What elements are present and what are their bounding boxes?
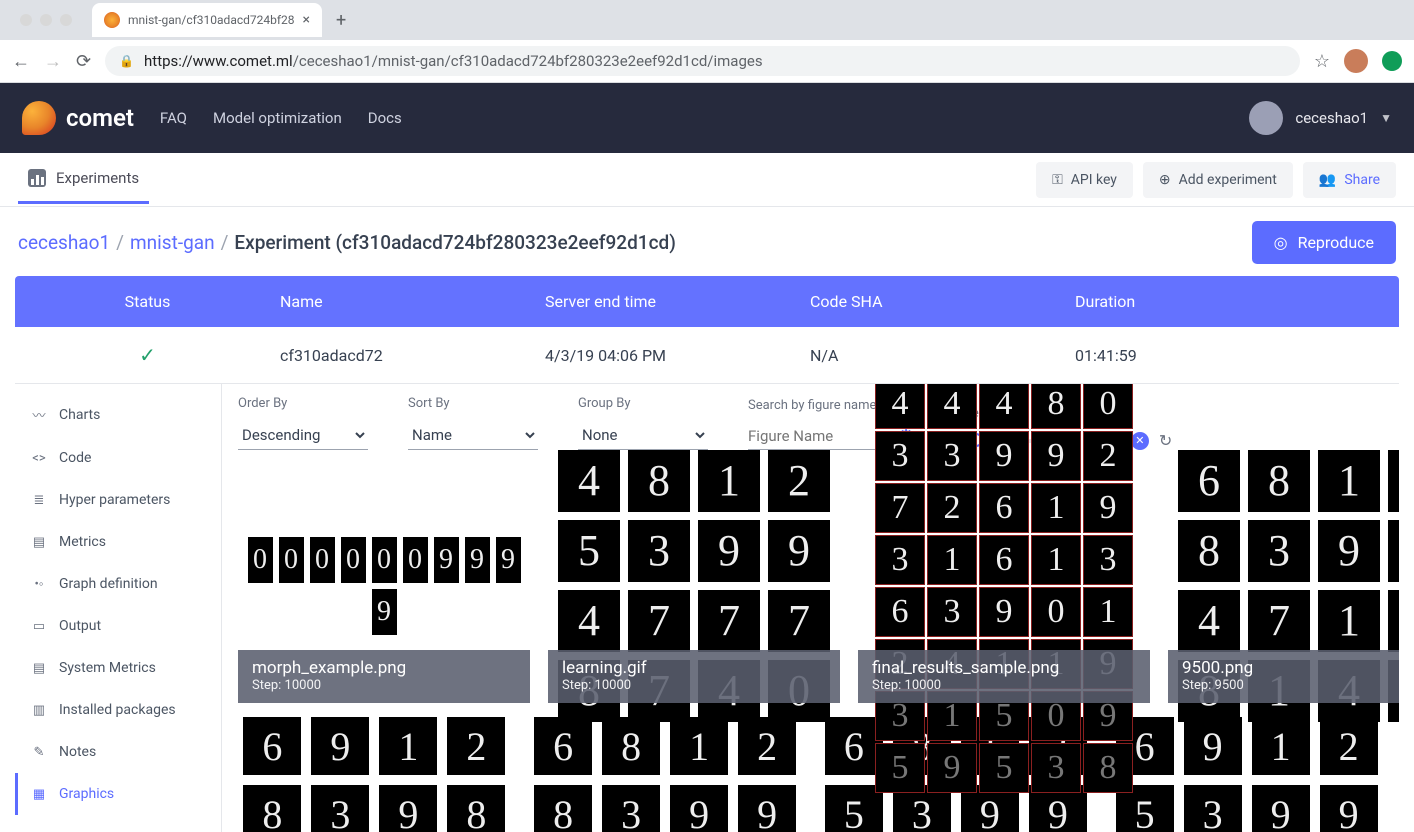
crumb-project[interactable]: mnist-gan bbox=[130, 231, 215, 254]
add-experiment-button[interactable]: ⊕Add experiment bbox=[1143, 162, 1293, 198]
bookmark-icon[interactable]: ☆ bbox=[1314, 51, 1330, 72]
sidebar-item-metrics[interactable]: ▤Metrics bbox=[15, 521, 221, 563]
favicon-icon bbox=[104, 12, 120, 28]
sidebar-item-code[interactable]: <>Code bbox=[15, 437, 221, 479]
browser-tab[interactable]: mnist-gan/cf310adacd724bf28 × bbox=[92, 3, 322, 37]
list-icon: ≣ bbox=[31, 493, 47, 508]
share-icon: 👥 bbox=[1319, 172, 1336, 188]
forward-button[interactable]: → bbox=[44, 51, 62, 72]
summary-end: 4/3/19 04:06 PM bbox=[545, 346, 810, 365]
new-tab-button[interactable]: + bbox=[336, 10, 346, 31]
plus-icon: ⊕ bbox=[1159, 172, 1171, 188]
order-by-select[interactable]: Descending bbox=[238, 421, 368, 450]
image-card[interactable]: 4812539947778740learning.gifStep: 10000 bbox=[548, 468, 840, 703]
breadcrumb: ceceshao1 / mnist-gan / Experiment (cf31… bbox=[0, 207, 1414, 276]
group-by-select[interactable]: None bbox=[578, 421, 708, 450]
address-bar[interactable]: 🔒 https://www.comet.ml/ceceshao1/mnist-g… bbox=[105, 46, 1300, 76]
check-icon: ✓ bbox=[139, 343, 156, 367]
image-icon: ▦ bbox=[31, 787, 47, 802]
metrics-icon: ▤ bbox=[31, 535, 47, 550]
brand-text: comet bbox=[66, 104, 134, 132]
browser-chrome: mnist-gan/cf310adacd724bf28 × + ← → ⟳ 🔒 … bbox=[0, 0, 1414, 83]
sort-by-label: Sort By bbox=[408, 396, 538, 411]
bar-chart-icon bbox=[28, 169, 46, 187]
order-by-label: Order By bbox=[238, 396, 368, 411]
graph-icon: •◦ bbox=[31, 576, 47, 592]
sort-by-select[interactable]: Name bbox=[408, 421, 538, 450]
summary-name: cf310adacd72 bbox=[280, 346, 545, 365]
image-card[interactable]: 69125399 bbox=[1110, 717, 1383, 832]
package-icon: ▥ bbox=[31, 703, 47, 718]
crumb-experiment: Experiment (cf310adacd724bf280323e2eef92… bbox=[234, 231, 675, 254]
user-avatar[interactable] bbox=[1249, 101, 1283, 135]
image-card[interactable]: 69128398 bbox=[238, 717, 511, 832]
code-icon: <> bbox=[31, 451, 47, 466]
extension-icon[interactable] bbox=[1382, 51, 1402, 71]
refresh-icon[interactable]: ↻ bbox=[1159, 431, 1172, 450]
summary-duration: 01:41:59 bbox=[1075, 346, 1340, 365]
sidebar-item-packages[interactable]: ▥Installed packages bbox=[15, 689, 221, 731]
reproduce-button[interactable]: ◎ Reproduce bbox=[1252, 221, 1396, 264]
reload-button[interactable]: ⟳ bbox=[76, 51, 91, 72]
image-card[interactable]: 68128399 bbox=[529, 717, 802, 832]
tab-title: mnist-gan/cf310adacd724bf28 bbox=[128, 13, 297, 27]
sidebar-item-graphics[interactable]: ▦Graphics bbox=[15, 773, 221, 815]
group-by-label: Group By bbox=[578, 396, 708, 411]
app-header: comet FAQ Model optimization Docs cecesh… bbox=[0, 83, 1414, 153]
share-button[interactable]: 👥Share bbox=[1303, 162, 1396, 198]
api-key-button[interactable]: ⚿API key bbox=[1036, 162, 1133, 198]
nav-model-optimization[interactable]: Model optimization bbox=[213, 109, 342, 127]
sidebar-item-notes[interactable]: ✎Notes bbox=[15, 731, 221, 773]
card-caption: 9500.pngStep: 9500 bbox=[1168, 650, 1399, 703]
logo-icon bbox=[22, 101, 56, 135]
sidebar-item-hyper[interactable]: ≣Hyper parameters bbox=[15, 479, 221, 521]
sys-icon: ▤ bbox=[31, 661, 47, 676]
lock-icon: 🔒 bbox=[119, 54, 134, 68]
close-tab-icon[interactable]: × bbox=[303, 12, 310, 28]
tab-label: Experiments bbox=[56, 169, 139, 187]
output-icon: ▭ bbox=[31, 619, 47, 634]
tab-experiments[interactable]: Experiments bbox=[18, 155, 149, 204]
sidebar-item-output[interactable]: ▭Output bbox=[15, 605, 221, 647]
image-card[interactable]: 4448033992726193161363901241193150959538… bbox=[858, 468, 1150, 703]
summary-row: ✓ cf310adacd72 4/3/19 04:06 PM N/A 01:41… bbox=[15, 327, 1399, 384]
summary-sha: N/A bbox=[810, 346, 1075, 365]
search-input[interactable] bbox=[748, 423, 888, 450]
sidebar-item-charts[interactable]: 〰Charts bbox=[15, 392, 221, 437]
crumb-workspace[interactable]: ceceshao1 bbox=[18, 231, 110, 254]
chart-icon: 〰 bbox=[31, 405, 47, 424]
chevron-down-icon[interactable]: ▼ bbox=[1380, 111, 1392, 125]
key-icon: ⚿ bbox=[1052, 172, 1063, 188]
clear-step-icon[interactable]: ✕ bbox=[1131, 432, 1149, 450]
username: ceceshao1 bbox=[1295, 109, 1368, 127]
window-controls[interactable] bbox=[10, 14, 82, 26]
logo[interactable]: comet bbox=[22, 101, 134, 135]
image-card[interactable]: 68128399471781409500.pngStep: 9500 bbox=[1168, 468, 1399, 703]
sidebar-item-sysmetrics[interactable]: ▤System Metrics bbox=[15, 647, 221, 689]
back-button[interactable]: ← bbox=[12, 51, 30, 72]
card-caption: learning.gifStep: 10000 bbox=[548, 650, 840, 703]
nav-docs[interactable]: Docs bbox=[368, 109, 402, 127]
card-caption: final_results_sample.pngStep: 10000 bbox=[858, 650, 1150, 703]
image-card[interactable]: 0000009999morph_example.pngStep: 10000 bbox=[238, 468, 530, 703]
nav-faq[interactable]: FAQ bbox=[160, 109, 187, 127]
card-caption: morph_example.pngStep: 10000 bbox=[238, 650, 530, 703]
sidebar-item-graph[interactable]: •◦Graph definition bbox=[15, 563, 221, 605]
summary-header: Status Name Server end time Code SHA Dur… bbox=[15, 276, 1399, 327]
fingerprint-icon: ◎ bbox=[1274, 233, 1288, 252]
sidebar: 〰Charts <>Code ≣Hyper parameters ▤Metric… bbox=[15, 384, 222, 832]
pencil-icon: ✎ bbox=[31, 745, 47, 760]
profile-avatar[interactable] bbox=[1344, 49, 1368, 73]
